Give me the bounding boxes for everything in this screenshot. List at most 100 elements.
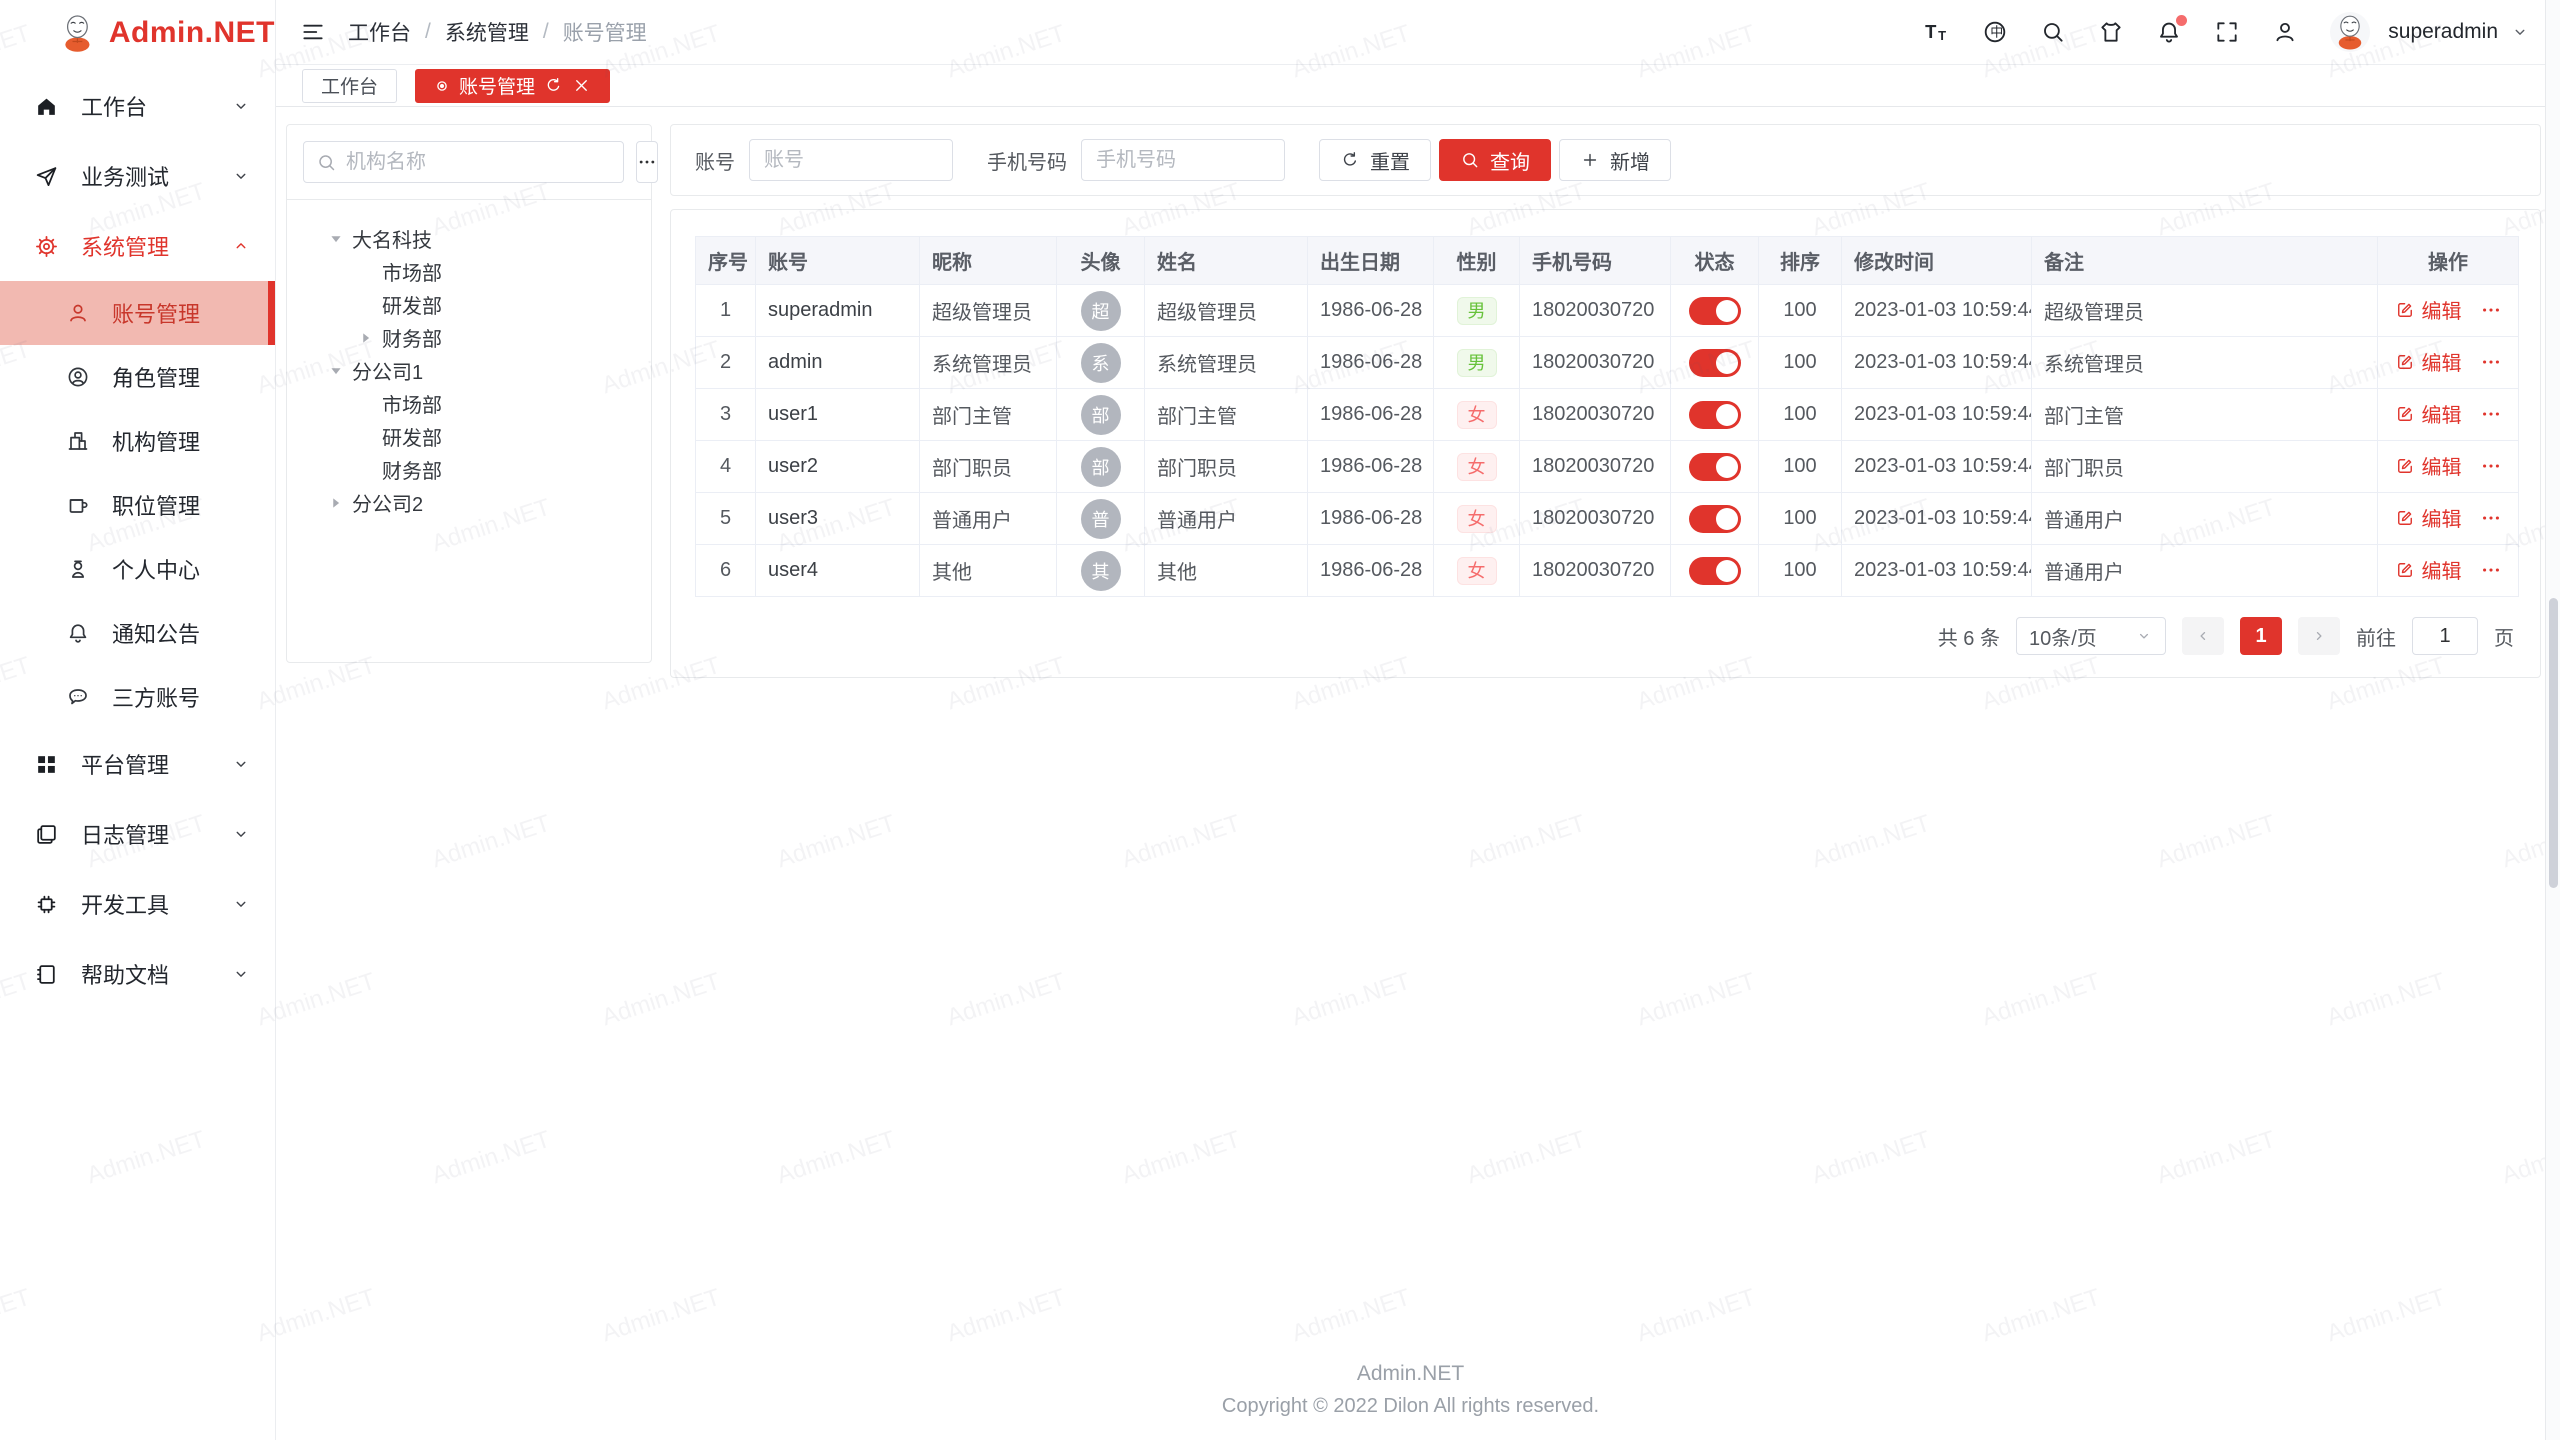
row-more-icon[interactable] [2480, 507, 2502, 529]
goto-page-input[interactable] [2412, 617, 2478, 655]
edit-button[interactable]: 编辑 [2395, 399, 2462, 428]
tree-node-branch-2[interactable]: 分公司2 [297, 486, 641, 519]
username[interactable]: superadmin [2388, 20, 2498, 44]
caret-down-icon[interactable] [325, 360, 347, 382]
edit-button[interactable]: 编辑 [2395, 295, 2462, 324]
reset-label: 重置 [1370, 146, 1410, 175]
row-more-icon[interactable] [2480, 455, 2502, 477]
edit-button[interactable]: 编辑 [2395, 503, 2462, 532]
reset-button[interactable]: 重置 [1319, 139, 1431, 181]
theme-icon[interactable] [2098, 19, 2124, 45]
sidebar-item-log-mgmt[interactable]: 日志管理 [0, 799, 275, 869]
account-input[interactable] [749, 139, 953, 181]
refresh-tab-icon[interactable] [544, 76, 563, 95]
breadcrumb-item-0[interactable]: 工作台 [348, 17, 411, 47]
collapse-menu-icon[interactable] [300, 19, 326, 45]
tree-node-finance-2[interactable]: 财务部 [297, 453, 641, 486]
edit-button[interactable]: 编辑 [2395, 451, 2462, 480]
caret-right-icon[interactable] [355, 327, 377, 349]
column-header-4: 姓名 [1145, 237, 1308, 285]
doc-icon [34, 962, 59, 987]
cell-avatar: 普 [1057, 493, 1145, 545]
tree-node-branch-1[interactable]: 分公司1 [297, 354, 641, 387]
sidebar-item-dev-tools[interactable]: 开发工具 [0, 869, 275, 939]
sidebar-subitem-personal-center[interactable]: 个人中心 [0, 537, 275, 601]
sidebar-item-help-docs[interactable]: 帮助文档 [0, 939, 275, 1009]
caret-right-icon[interactable] [325, 492, 347, 514]
search-button[interactable]: 查询 [1439, 139, 1551, 181]
page-footer: Admin.NET Copyright © 2022 Dilon All rig… [276, 1362, 2545, 1418]
fullscreen-icon[interactable] [2214, 19, 2240, 45]
tree-node-rnd-1[interactable]: 研发部 [297, 288, 641, 321]
user-avatar[interactable] [2330, 12, 2370, 52]
column-header-5: 出生日期 [1308, 237, 1434, 285]
cell-remark: 超级管理员 [2032, 285, 2378, 337]
tree-node-daming-tech[interactable]: 大名科技 [297, 222, 641, 255]
org-icon [66, 429, 90, 453]
sidebar-subitem-account-mgmt[interactable]: 账号管理 [0, 281, 275, 345]
cell-actions: 编辑 [2378, 493, 2519, 545]
status-toggle[interactable] [1689, 349, 1741, 377]
next-page-button[interactable] [2298, 617, 2340, 655]
cell-index: 5 [696, 493, 756, 545]
tab-account-mgmt[interactable]: 账号管理 [415, 69, 610, 103]
profile-icon[interactable] [2272, 19, 2298, 45]
gender-badge: 女 [1457, 453, 1497, 481]
edit-button[interactable]: 编辑 [2395, 555, 2462, 584]
status-toggle[interactable] [1689, 557, 1741, 585]
chevron-down-icon [231, 96, 251, 116]
query-card: 账号 手机号码 重置 查询 新增 [670, 124, 2541, 196]
tree-more-button[interactable] [636, 141, 658, 183]
search-icon[interactable] [2040, 19, 2066, 45]
org-search-input[interactable] [346, 151, 611, 174]
sidebar-subitem-org-mgmt[interactable]: 机构管理 [0, 409, 275, 473]
svg-text:T: T [1938, 28, 1946, 43]
sidebar-subitem-role-mgmt[interactable]: 角色管理 [0, 345, 275, 409]
tab-workbench[interactable]: 工作台 [302, 69, 397, 103]
row-more-icon[interactable] [2480, 559, 2502, 581]
chevron-down-icon[interactable] [2510, 22, 2530, 42]
phone-input[interactable] [1081, 139, 1285, 181]
edit-button[interactable]: 编辑 [2395, 347, 2462, 376]
sidebar-subitem-label: 机构管理 [112, 425, 200, 457]
tree-node-finance-1[interactable]: 财务部 [297, 321, 641, 354]
font-size-icon[interactable]: TT [1924, 19, 1950, 45]
status-toggle[interactable] [1689, 297, 1741, 325]
current-page-button[interactable]: 1 [2240, 617, 2282, 655]
page-size-select[interactable]: 10条/页 [2016, 617, 2166, 655]
sidebar-item-workbench[interactable]: 工作台 [0, 71, 275, 141]
row-more-icon[interactable] [2480, 351, 2502, 373]
sidebar-subitem-label: 三方账号 [112, 681, 200, 713]
row-more-icon[interactable] [2480, 299, 2502, 321]
sidebar-subitem-third-account[interactable]: 三方账号 [0, 665, 275, 729]
status-toggle[interactable] [1689, 505, 1741, 533]
scrollbar-thumb[interactable] [2549, 598, 2558, 888]
tree-node-market-1[interactable]: 市场部 [297, 255, 641, 288]
row-more-icon[interactable] [2480, 403, 2502, 425]
close-tab-icon[interactable] [572, 76, 591, 95]
language-icon[interactable]: 中 [1982, 19, 2008, 45]
caret-down-icon[interactable] [325, 228, 347, 250]
gear-icon [34, 234, 59, 259]
tree-node-market-2[interactable]: 市场部 [297, 387, 641, 420]
tree-node-rnd-2[interactable]: 研发部 [297, 420, 641, 453]
status-toggle[interactable] [1689, 453, 1741, 481]
notification-icon[interactable] [2156, 19, 2182, 45]
sidebar-subitem-notice[interactable]: 通知公告 [0, 601, 275, 665]
edit-label: 编辑 [2422, 399, 2462, 428]
sidebar-item-business-test[interactable]: 业务测试 [0, 141, 275, 211]
sidebar-item-system-mgmt[interactable]: 系统管理 [0, 211, 275, 281]
breadcrumb-item-1[interactable]: 系统管理 [445, 17, 529, 47]
sidebar-item-platform-mgmt[interactable]: 平台管理 [0, 729, 275, 799]
column-header-12: 操作 [2378, 237, 2519, 285]
status-toggle[interactable] [1689, 401, 1741, 429]
send-icon [34, 164, 59, 189]
cell-avatar: 其 [1057, 545, 1145, 597]
cell-birthdate: 1986-06-28 [1308, 285, 1434, 337]
app-logo[interactable]: Admin.NET [0, 0, 275, 65]
gender-badge: 女 [1457, 505, 1497, 533]
sidebar-subitem-position-mgmt[interactable]: 职位管理 [0, 473, 275, 537]
cell-account: admin [756, 337, 920, 389]
add-button[interactable]: 新增 [1559, 139, 1671, 181]
prev-page-button[interactable] [2182, 617, 2224, 655]
